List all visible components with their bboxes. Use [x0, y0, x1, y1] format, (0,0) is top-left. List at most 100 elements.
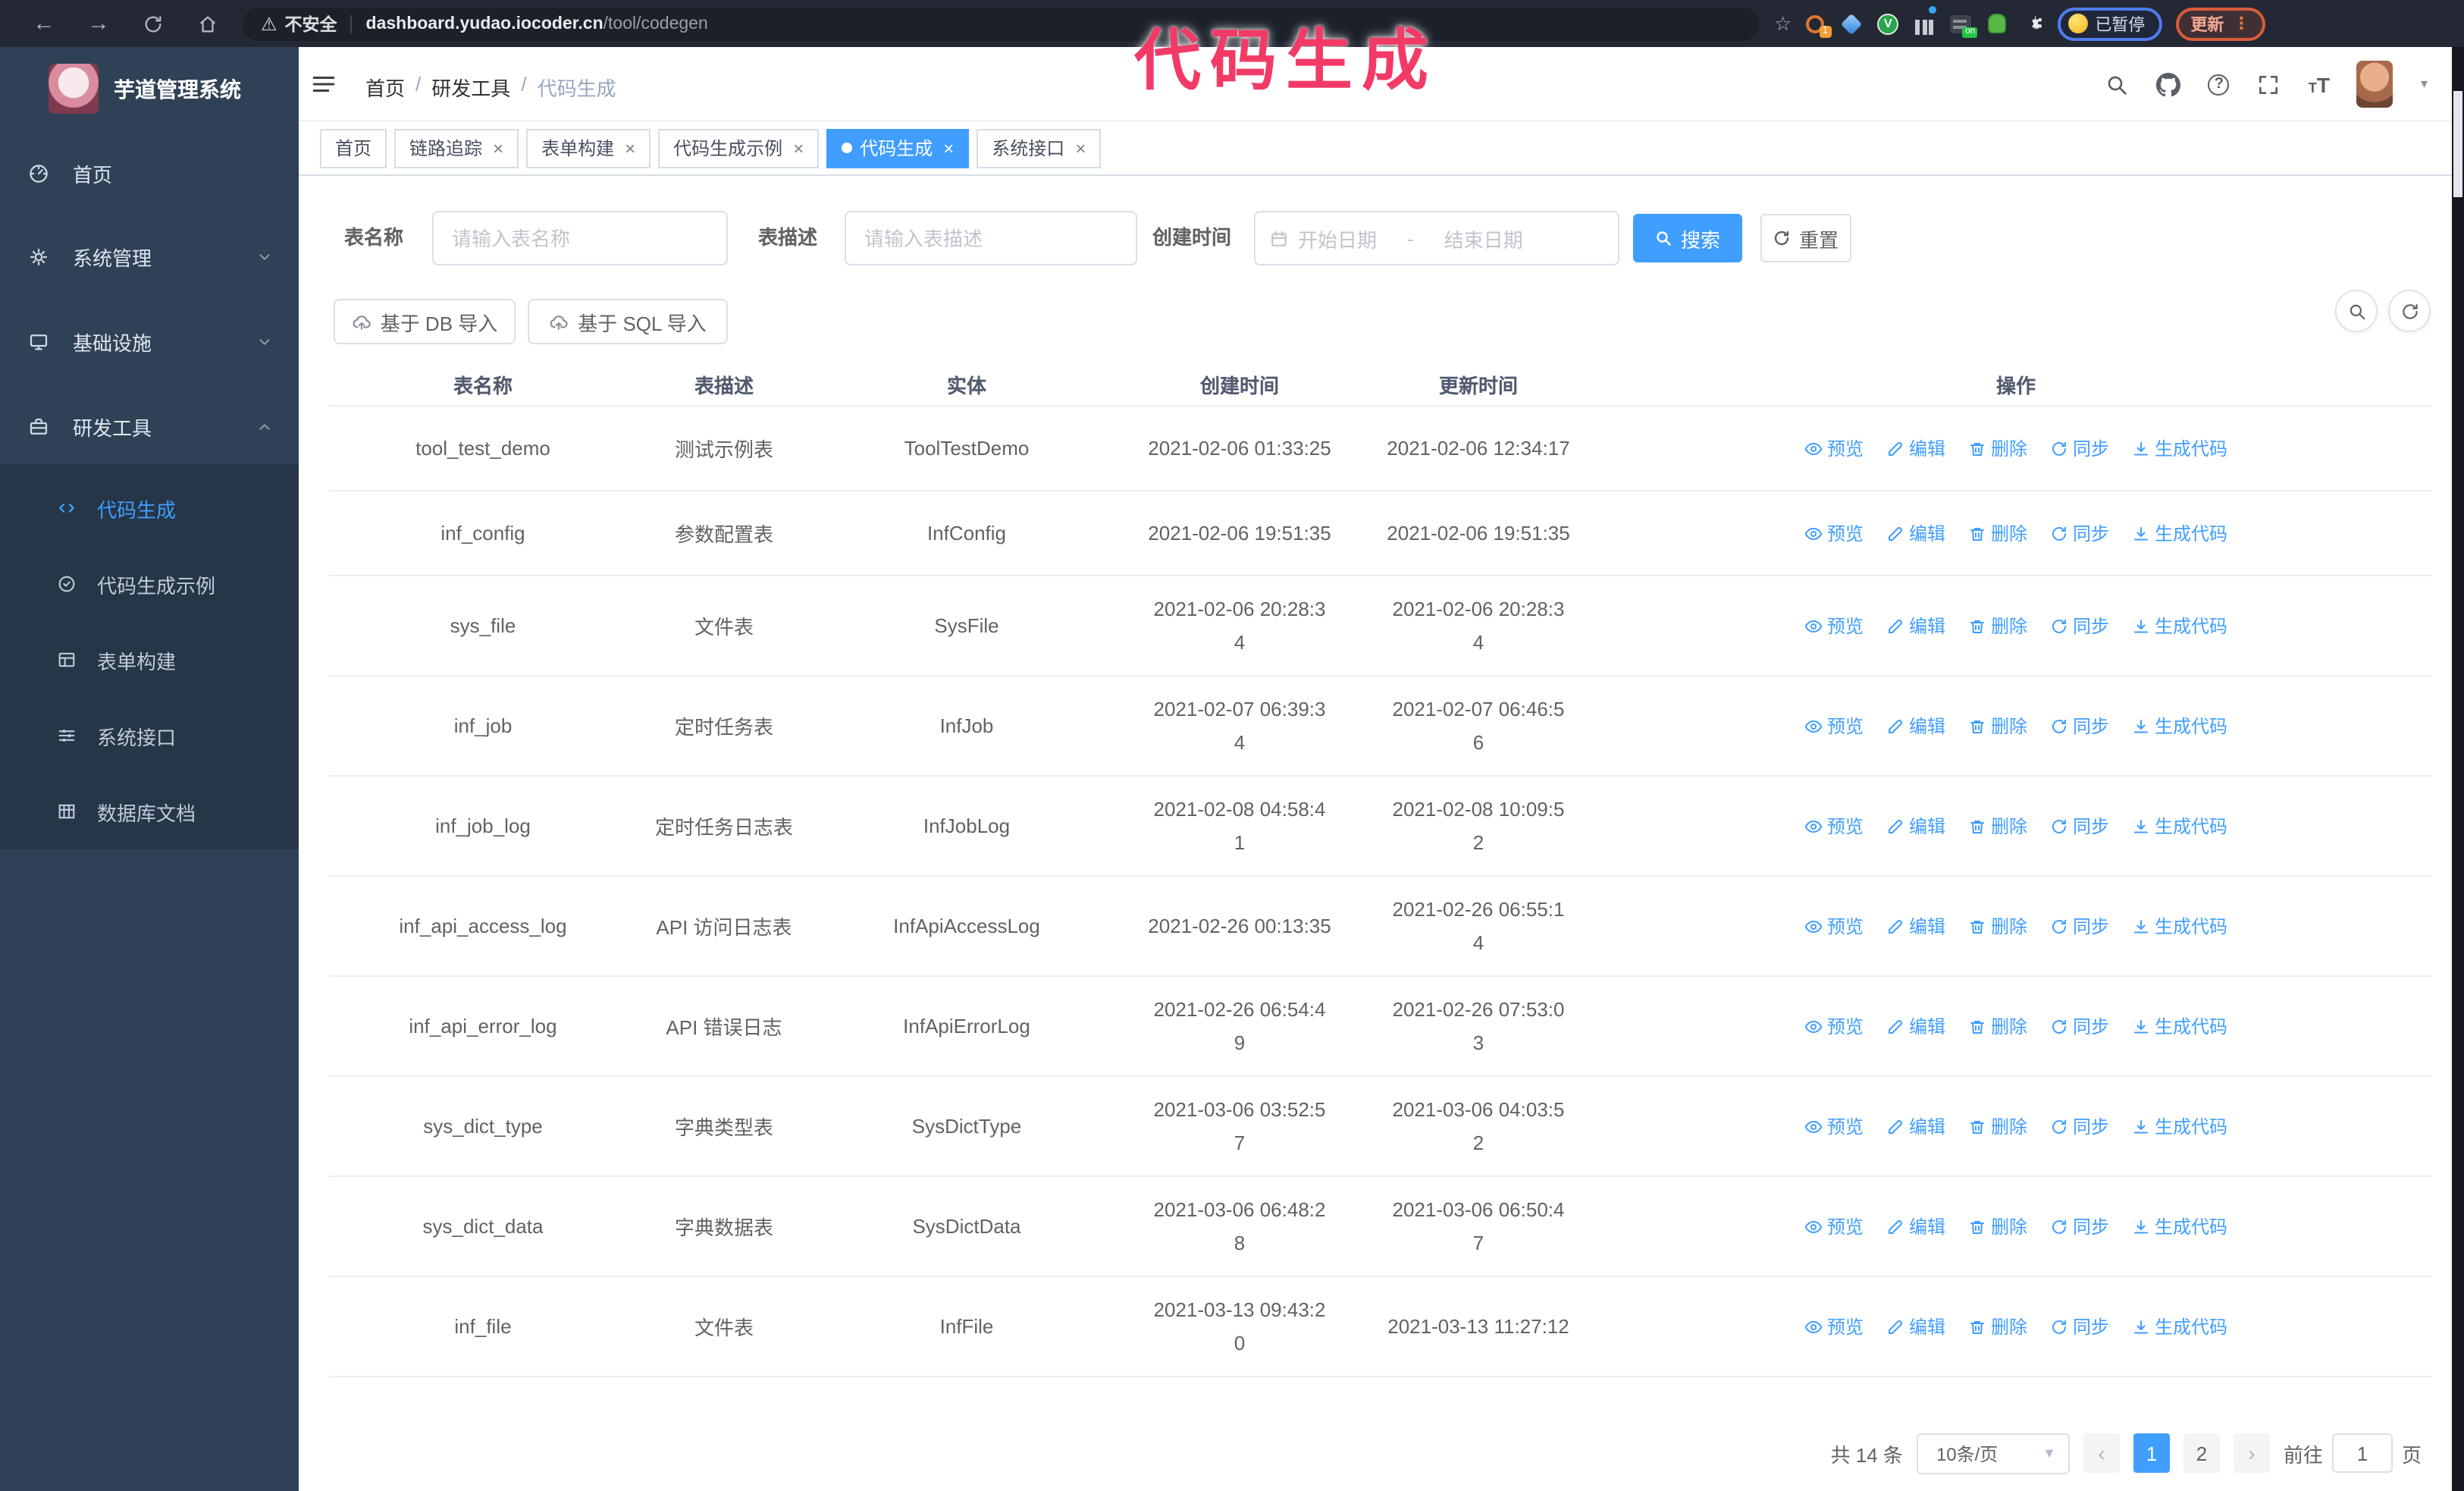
- home-icon[interactable]: [188, 7, 227, 40]
- avatar[interactable]: [2356, 61, 2393, 108]
- tab-form-builder[interactable]: 表单构建 ×: [526, 128, 651, 168]
- edit-link[interactable]: 编辑: [1886, 613, 1945, 639]
- preview-link[interactable]: 预览: [1804, 1314, 1864, 1339]
- table-name-input[interactable]: [432, 211, 728, 265]
- delete-link[interactable]: 删除: [1968, 520, 2027, 546]
- edit-link[interactable]: 编辑: [1886, 713, 1945, 739]
- sync-link[interactable]: 同步: [2050, 813, 2109, 839]
- sidebar-item-db-doc[interactable]: 数据库文档: [0, 774, 299, 849]
- edit-link[interactable]: 编辑: [1886, 1113, 1945, 1139]
- sync-link[interactable]: 同步: [2050, 435, 2109, 461]
- edit-link[interactable]: 编辑: [1886, 913, 1945, 939]
- edit-link[interactable]: 编辑: [1886, 1314, 1945, 1339]
- scrollbar-track[interactable]: [2452, 47, 2464, 1491]
- preview-link[interactable]: 预览: [1804, 713, 1864, 739]
- preview-link[interactable]: 预览: [1804, 1213, 1864, 1239]
- edit-link[interactable]: 编辑: [1886, 1013, 1945, 1039]
- sidebar-item-codegen-example[interactable]: 代码生成示例: [0, 546, 299, 622]
- extension-icon-1[interactable]: 1: [1804, 12, 1832, 38]
- github-icon[interactable]: [2156, 72, 2181, 96]
- edit-link[interactable]: 编辑: [1886, 1213, 1945, 1239]
- preview-link[interactable]: 预览: [1804, 1113, 1864, 1139]
- sync-link[interactable]: 同步: [2050, 713, 2109, 739]
- font-size-icon[interactable]: TT: [2309, 72, 2330, 96]
- delete-link[interactable]: 删除: [1968, 435, 2027, 461]
- edit-link[interactable]: 编辑: [1886, 813, 1945, 839]
- sidebar-item-devtools[interactable]: 研发工具: [0, 388, 299, 464]
- prev-page-button[interactable]: ‹: [2083, 1433, 2120, 1473]
- import-sql-button[interactable]: 基于 SQL 导入: [528, 299, 728, 344]
- sync-link[interactable]: 同步: [2050, 1013, 2109, 1039]
- delete-link[interactable]: 删除: [1968, 813, 2027, 839]
- generate-code-link[interactable]: 生成代码: [2132, 1013, 2227, 1039]
- sidebar-item-form-builder[interactable]: 表单构建: [0, 622, 299, 698]
- logo-row[interactable]: 芋道管理系统: [0, 47, 299, 114]
- generate-code-link[interactable]: 生成代码: [2132, 435, 2227, 461]
- edit-link[interactable]: 编辑: [1886, 435, 1945, 461]
- preview-link[interactable]: 预览: [1804, 435, 1864, 461]
- preview-link[interactable]: 预览: [1804, 1013, 1864, 1039]
- close-icon[interactable]: ×: [625, 137, 635, 159]
- table-desc-input[interactable]: [845, 211, 1137, 265]
- page-button-1[interactable]: 1: [2133, 1433, 2170, 1473]
- close-icon[interactable]: ×: [1075, 137, 1086, 159]
- edit-link[interactable]: 编辑: [1886, 520, 1945, 546]
- delete-link[interactable]: 删除: [1968, 613, 2027, 639]
- sync-link[interactable]: 同步: [2050, 913, 2109, 939]
- extension-icon-columns[interactable]: [1913, 6, 1936, 35]
- generate-code-link[interactable]: 生成代码: [2132, 520, 2227, 546]
- kebab-menu-icon[interactable]: ⋮: [2233, 14, 2249, 33]
- help-icon[interactable]: ?: [2208, 74, 2230, 95]
- reset-button[interactable]: 重置: [1760, 214, 1851, 262]
- generate-code-link[interactable]: 生成代码: [2132, 1113, 2227, 1139]
- end-date-placeholder[interactable]: 结束日期: [1444, 224, 1523, 253]
- delete-link[interactable]: 删除: [1968, 1013, 2027, 1039]
- close-icon[interactable]: ×: [793, 137, 804, 159]
- refresh-table-button[interactable]: [2388, 290, 2431, 332]
- sidebar-item-system[interactable]: 系统管理: [0, 218, 299, 294]
- import-db-button[interactable]: 基于 DB 导入: [334, 299, 516, 344]
- generate-code-link[interactable]: 生成代码: [2132, 713, 2227, 739]
- close-icon[interactable]: ×: [493, 137, 503, 159]
- breadcrumb-devtools[interactable]: 研发工具: [431, 73, 510, 102]
- address-bar[interactable]: ⚠ 不安全 dashboard.yudao.iocoder.cn/tool/co…: [243, 7, 1759, 40]
- start-date-placeholder[interactable]: 开始日期: [1298, 224, 1377, 253]
- generate-code-link[interactable]: 生成代码: [2132, 1213, 2227, 1239]
- preview-link[interactable]: 预览: [1804, 520, 1864, 546]
- back-icon[interactable]: ←: [24, 7, 64, 40]
- search-icon[interactable]: [2105, 72, 2130, 96]
- fullscreen-icon[interactable]: [2257, 72, 2281, 96]
- generate-code-link[interactable]: 生成代码: [2132, 913, 2227, 939]
- profile-paused-pill[interactable]: 已暂停: [2057, 7, 2162, 40]
- extension-icon-gem[interactable]: [1840, 12, 1863, 35]
- sync-link[interactable]: 同步: [2050, 1113, 2109, 1139]
- bookmark-star-icon[interactable]: ☆: [1774, 11, 1792, 36]
- search-button[interactable]: 搜索: [1633, 214, 1742, 262]
- sync-link[interactable]: 同步: [2050, 613, 2109, 639]
- goto-page-input[interactable]: [2331, 1433, 2393, 1473]
- generate-code-link[interactable]: 生成代码: [2132, 1314, 2227, 1339]
- tab-codegen[interactable]: 代码生成 ×: [826, 128, 970, 168]
- hamburger-icon[interactable]: [311, 71, 337, 97]
- sidebar-item-codegen[interactable]: 代码生成: [0, 470, 299, 546]
- sync-link[interactable]: 同步: [2050, 1314, 2109, 1339]
- tab-codegen-example[interactable]: 代码生成示例 ×: [658, 128, 820, 168]
- delete-link[interactable]: 删除: [1968, 913, 2027, 939]
- reload-icon[interactable]: [133, 7, 173, 40]
- sidebar-item-system-api[interactable]: 系统接口: [0, 698, 299, 774]
- extensions-puzzle-icon[interactable]: [2022, 12, 2045, 35]
- extension-icon-on[interactable]: on: [1949, 12, 1978, 37]
- breadcrumb-home[interactable]: 首页: [365, 73, 405, 102]
- generate-code-link[interactable]: 生成代码: [2132, 613, 2227, 639]
- tab-home[interactable]: 首页: [320, 128, 387, 168]
- next-page-button[interactable]: ›: [2233, 1433, 2270, 1473]
- date-range-picker[interactable]: 开始日期 - 结束日期: [1254, 211, 1619, 265]
- toggle-search-button[interactable]: [2335, 290, 2378, 332]
- scrollbar-thumb[interactable]: [2453, 91, 2462, 197]
- sidebar-item-infra[interactable]: 基础设施: [0, 303, 299, 379]
- sync-link[interactable]: 同步: [2050, 1213, 2109, 1239]
- tab-system-api[interactable]: 系统接口 ×: [977, 128, 1102, 168]
- preview-link[interactable]: 预览: [1804, 913, 1864, 939]
- delete-link[interactable]: 删除: [1968, 713, 2027, 739]
- preview-link[interactable]: 预览: [1804, 613, 1864, 639]
